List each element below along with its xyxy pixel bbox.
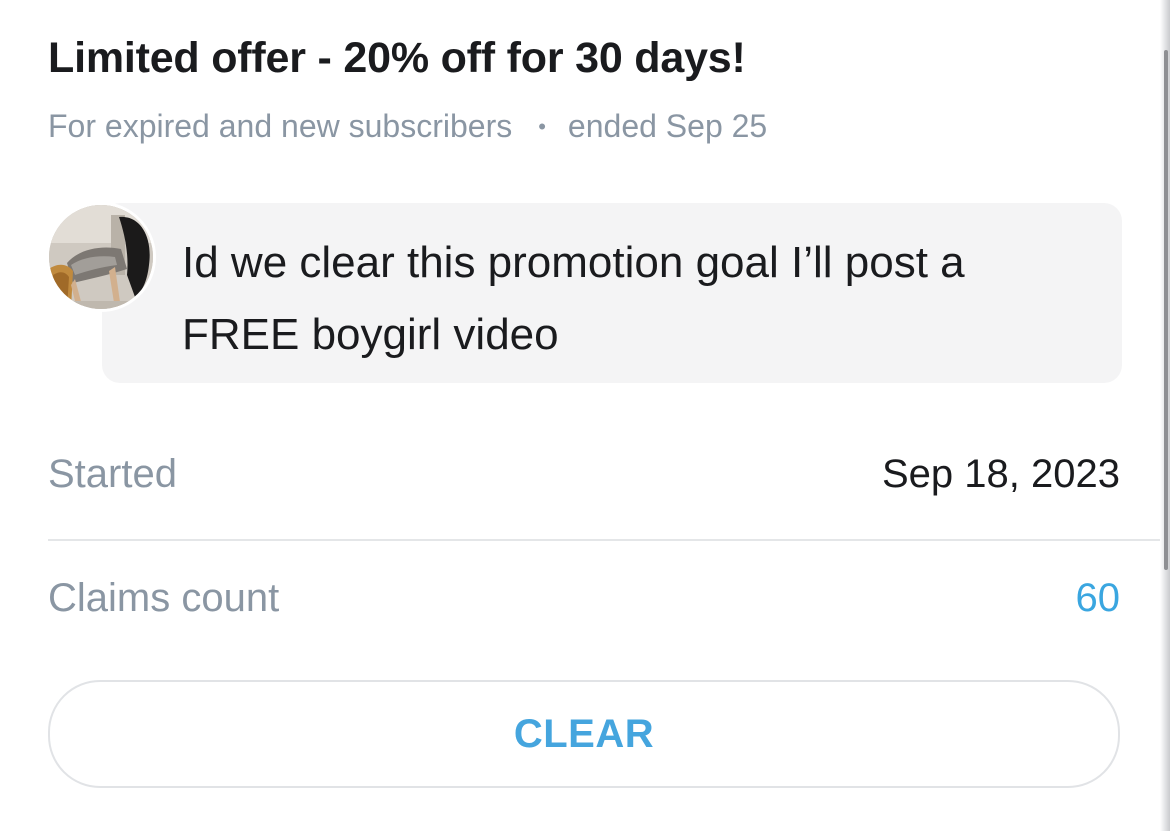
promotion-page: Limited offer - 20% off for 30 days! For…	[0, 0, 1170, 831]
started-value: Sep 18, 2023	[882, 452, 1120, 496]
started-row: Started Sep 18, 2023	[48, 452, 1120, 497]
clear-button[interactable]: CLEAR	[48, 680, 1120, 788]
claims-count-value[interactable]: 60	[1076, 576, 1121, 621]
promotion-title: Limited offer - 20% off for 30 days!	[48, 34, 746, 82]
scrollbar-track[interactable]	[1160, 0, 1170, 831]
avatar[interactable]	[46, 202, 156, 312]
promotion-audience: For expired and new subscribers	[48, 108, 513, 144]
promotion-subtitle: For expired and new subscribers • ended …	[48, 108, 767, 145]
claims-count-row: Claims count 60	[48, 576, 1120, 621]
avatar-photo-icon	[49, 205, 153, 309]
promotion-status: ended Sep 25	[567, 108, 768, 144]
scrollbar-thumb[interactable]	[1164, 50, 1168, 570]
avatar-image	[49, 205, 153, 309]
separator-dot: •	[538, 113, 546, 139]
claims-count-label: Claims count	[48, 576, 280, 620]
started-label: Started	[48, 452, 177, 496]
promotion-message-bubble: Id we clear this promotion goal I’ll pos…	[102, 203, 1122, 383]
promotion-message-text: Id we clear this promotion goal I’ll pos…	[182, 238, 965, 359]
divider	[48, 539, 1170, 541]
